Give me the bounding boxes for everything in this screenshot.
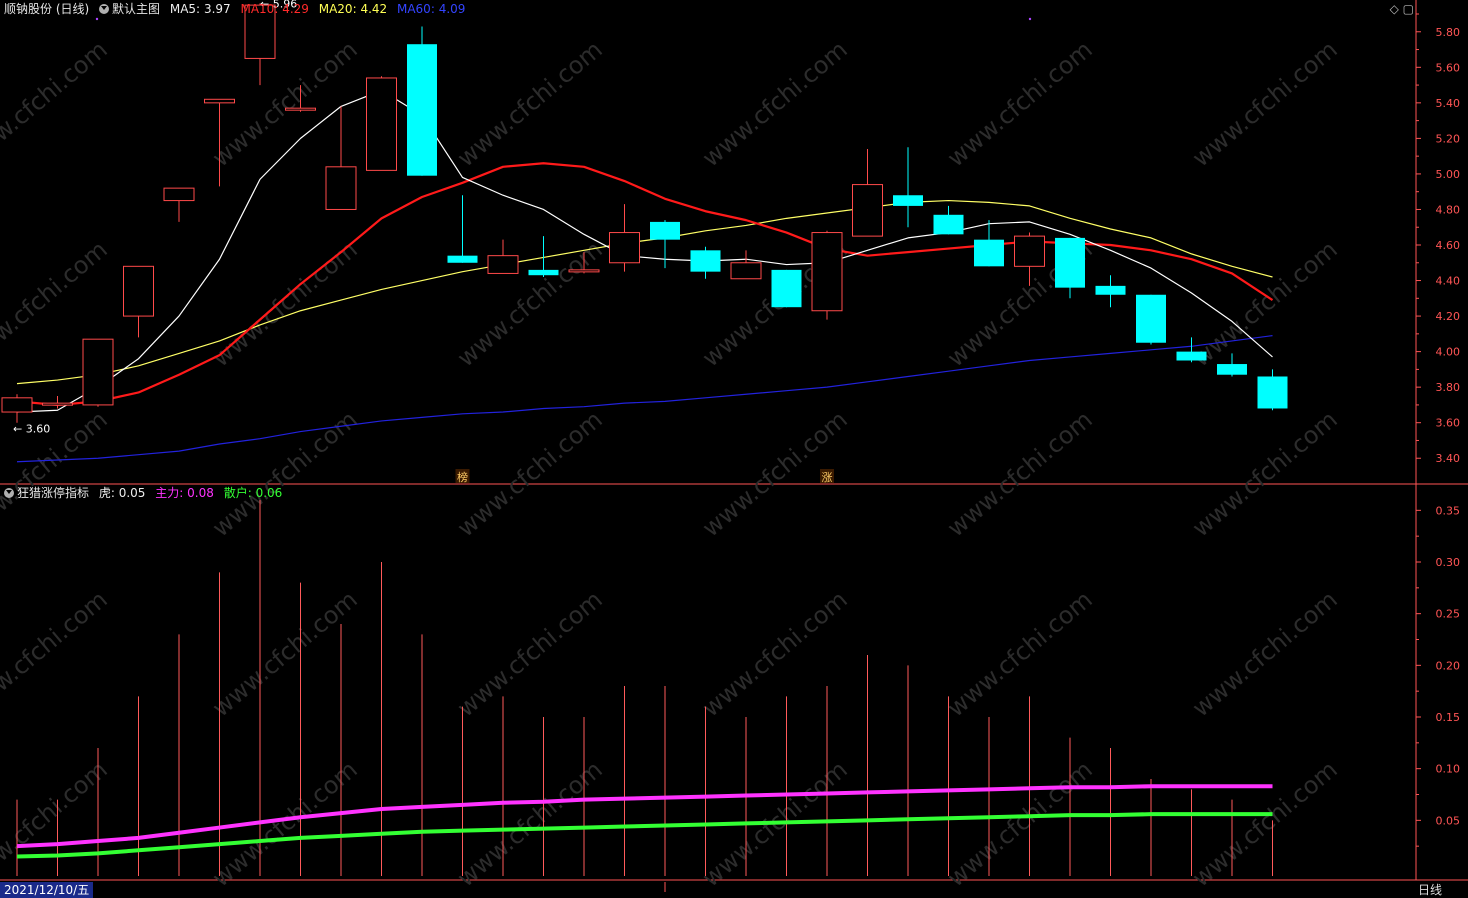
price-tick-label: 4.20	[1436, 310, 1461, 323]
candle-body-up	[204, 98, 235, 104]
candle-body-up	[852, 184, 883, 237]
candle-body-up	[82, 338, 114, 406]
candle-body-down	[1095, 285, 1126, 295]
cursor-date: 2021/12/10/五	[0, 882, 94, 898]
sanhu-readout: 散户: 0.06	[223, 486, 283, 500]
candle-body-down	[690, 250, 721, 272]
ma10-readout: MA10: 4.29	[240, 2, 309, 16]
candle-body-up	[285, 107, 316, 111]
indicator-tick-label: 0.25	[1436, 608, 1461, 621]
price-tick-label: 3.40	[1436, 452, 1461, 465]
price-tick-label: 5.80	[1436, 26, 1461, 39]
candle-body-down	[407, 44, 437, 176]
indicator-header: 狂猎涨停指标 虎: 0.05 主力: 0.08 散户: 0.06	[4, 485, 288, 501]
price-tick-label: 5.00	[1436, 168, 1461, 181]
indicator-tick-label: 0.35	[1436, 504, 1461, 517]
marker-label: 涨	[822, 471, 833, 484]
candle-body-down	[447, 255, 478, 263]
candle-body-down	[1136, 294, 1166, 343]
diamond-icon[interactable]: ◇	[1390, 2, 1399, 16]
candle-body-down	[528, 269, 559, 276]
candle-body-up	[730, 262, 762, 280]
price-tick-label: 4.60	[1436, 239, 1461, 252]
signal-dot	[95, 17, 99, 21]
stock-chart[interactable]: www.cfchi.com www.cfchi.com www.cfchi.com w…	[0, 0, 1468, 898]
signal-dot	[1028, 17, 1032, 21]
candle-body-up	[42, 402, 73, 406]
price-tick-label: 5.40	[1436, 97, 1461, 110]
candle-body-up	[325, 166, 357, 210]
price-tick-label: 3.80	[1436, 381, 1461, 394]
indicator-name: 狂猎涨停指标	[17, 486, 90, 500]
ma20-readout: MA20: 4.42	[318, 2, 388, 16]
window-controls: ◇ ▢	[1390, 2, 1414, 16]
indicator-tick-label: 0.30	[1436, 556, 1461, 569]
candle-body-up	[487, 255, 519, 274]
stock-title: 顺钠股份 (日线)	[4, 2, 90, 16]
candle-body-up	[123, 265, 154, 317]
ma60-readout: MA60: 4.09	[396, 2, 466, 16]
dropdown-icon	[4, 488, 14, 498]
indicator-tick-label: 0.15	[1436, 711, 1461, 724]
candle-body-up	[366, 77, 397, 171]
indicator-tick-label: 0.05	[1436, 814, 1461, 827]
candle-body-up	[609, 232, 640, 264]
candle-body-down	[771, 269, 802, 308]
chart-name: 默认主图	[112, 2, 161, 16]
candle-body-up	[1, 397, 33, 413]
price-tick-label: 5.20	[1436, 132, 1461, 145]
candle-body-up	[811, 232, 843, 312]
marker-label: 榜	[457, 470, 468, 484]
zhuli-readout: 主力: 0.08	[155, 486, 214, 500]
indicator-tick-label: 0.10	[1436, 763, 1461, 776]
candle-body-down	[893, 195, 923, 206]
chart-menu-button[interactable]: 默认主图	[99, 2, 160, 16]
indicator-menu-button[interactable]: 狂猎涨停指标	[4, 486, 89, 500]
ma5-readout: MA5: 3.97	[169, 2, 231, 16]
indicator-tick-label: 0.20	[1436, 659, 1461, 672]
price-tick-label: 4.00	[1436, 346, 1461, 359]
candle-body-down	[933, 214, 964, 235]
candle-body-up	[568, 269, 600, 273]
candle-body-down	[974, 239, 1004, 267]
price-tick-label: 3.60	[1436, 417, 1461, 430]
candle-body-up	[163, 187, 195, 202]
candle-body-down	[650, 221, 680, 240]
main-chart-header: 顺钠股份 (日线) 默认主图 MA5: 3.97 MA10: 4.29 MA20…	[4, 1, 471, 17]
candle-body-down	[1217, 364, 1247, 375]
price-tick-label: 4.40	[1436, 275, 1461, 288]
candle-body-up	[1014, 235, 1045, 267]
price-tick-label: 4.80	[1436, 203, 1461, 216]
dropdown-icon	[99, 4, 110, 14]
candle-body-down	[1055, 237, 1085, 288]
square-icon[interactable]: ▢	[1403, 2, 1414, 16]
price-tick-label: 5.60	[1436, 61, 1461, 74]
price-extreme-label: ← 3.60	[13, 423, 50, 436]
tiger-readout: 虎: 0.05	[98, 486, 146, 500]
period-label[interactable]: 日线	[1418, 882, 1442, 898]
candle-body-down	[1257, 376, 1288, 409]
candle-body-down	[1176, 351, 1207, 361]
